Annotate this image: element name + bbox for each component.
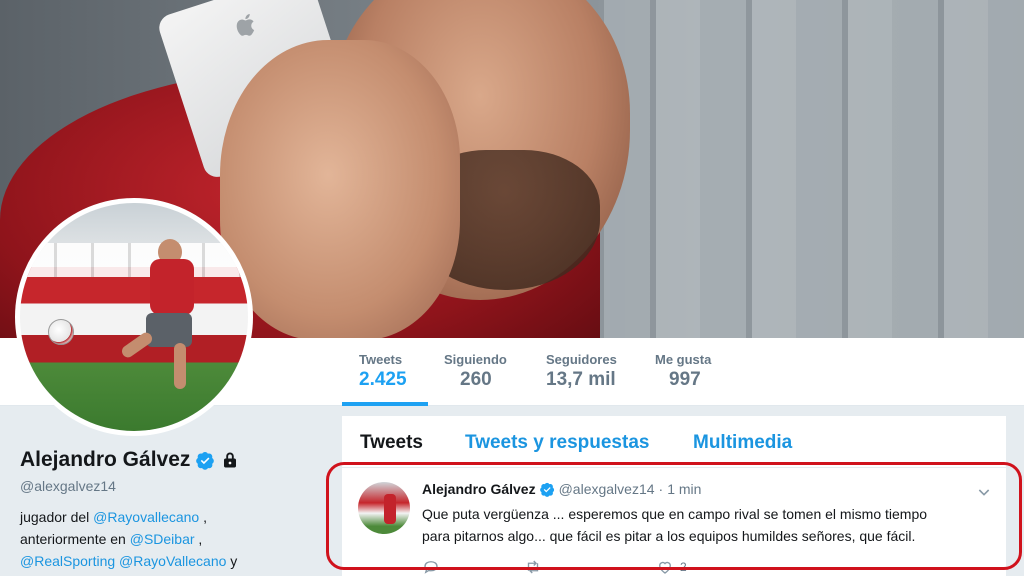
avatar-photo xyxy=(20,203,248,431)
stat-label: Me gusta xyxy=(655,352,712,367)
bio-text: , xyxy=(199,509,207,525)
profile-bio: jugador del @Rayovallecano , anteriormen… xyxy=(20,506,320,572)
tweet-text-line: para pitarnos algo... que fácil es pitar… xyxy=(422,528,916,544)
chevron-down-icon[interactable] xyxy=(976,484,992,500)
retweet-icon xyxy=(527,560,539,574)
stat-following[interactable]: Siguiendo 260 xyxy=(444,352,507,391)
reply-button[interactable] xyxy=(422,558,446,576)
apple-logo-icon xyxy=(236,14,255,36)
header-photo-hand xyxy=(220,40,460,338)
tab-tweets[interactable]: Tweets xyxy=(360,432,423,454)
verified-icon xyxy=(196,451,215,470)
stat-value: 13,7 mil xyxy=(546,369,616,390)
stat-label: Siguiendo xyxy=(444,352,507,367)
tab-tweets-and-replies[interactable]: Tweets y respuestas xyxy=(465,432,649,454)
stat-value: 260 xyxy=(460,369,492,390)
stat-value: 2.425 xyxy=(359,369,407,390)
tweet-avatar[interactable] xyxy=(358,482,410,534)
tweet-separator: · xyxy=(658,481,664,497)
bio-line: jugador del @Rayovallecano , xyxy=(20,506,320,528)
profile-name-row: Alejandro Gálvez xyxy=(20,448,320,472)
stat-label: Tweets xyxy=(359,352,403,367)
avatar-player-figure xyxy=(119,239,200,389)
tweet[interactable]: Alejandro Gálvez @alexgalvez14 · 1 min Q… xyxy=(342,468,1006,576)
reply-icon xyxy=(424,561,438,574)
timeline-tabs: Tweets Tweets y respuestas Multimedia xyxy=(342,416,1006,468)
stat-likes[interactable]: Me gusta 997 xyxy=(655,352,711,391)
like-button[interactable]: 2 xyxy=(656,558,687,576)
tweet-text-line: Que puta vergüenza ... esperemos que en … xyxy=(422,506,928,522)
bio-text: , xyxy=(194,531,203,547)
bio-text: jugador del xyxy=(20,509,94,525)
soccer-ball-icon xyxy=(48,319,74,345)
like-icon xyxy=(659,561,671,574)
tweet-header: Alejandro Gálvez @alexgalvez14 · 1 min xyxy=(422,481,701,497)
stat-label: Seguidores xyxy=(546,352,617,367)
bio-mention-link[interactable]: @SDeibar xyxy=(130,531,195,547)
profile-card: Alejandro Gálvez @alexgalvez14 jugador d… xyxy=(20,448,320,572)
stat-followers[interactable]: Seguidores 13,7 mil xyxy=(546,352,617,391)
header-photo-building xyxy=(604,0,1024,338)
bio-text: y xyxy=(226,553,238,569)
stat-tweets[interactable]: Tweets 2.425 xyxy=(359,352,407,391)
tweet-actions: 2 xyxy=(422,558,687,576)
verified-icon xyxy=(539,482,554,497)
profile-name[interactable]: Alejandro Gálvez xyxy=(20,448,190,472)
timeline: Tweets Tweets y respuestas Multimedia Al… xyxy=(342,416,1006,576)
retweet-button[interactable] xyxy=(524,558,548,576)
bio-line: anteriormente en @SDeibar , xyxy=(20,528,320,550)
like-count: 2 xyxy=(680,560,687,574)
tweet-author-handle[interactable]: @alexgalvez14 xyxy=(559,481,655,497)
lock-icon xyxy=(224,452,237,468)
tweet-author-name[interactable]: Alejandro Gálvez xyxy=(422,481,536,497)
active-stat-underline xyxy=(342,402,428,406)
tweet-timestamp[interactable]: 1 min xyxy=(667,481,701,497)
tweet-text: Que puta vergüenza ... esperemos que en … xyxy=(422,503,992,547)
bio-line: @RealSporting @RayoVallecano y xyxy=(20,550,320,572)
bio-mention-link[interactable]: @Rayovallecano xyxy=(93,509,199,525)
avatar-stadium-stand xyxy=(20,243,248,277)
profile-handle[interactable]: @alexgalvez14 xyxy=(20,478,320,494)
stat-value: 997 xyxy=(669,369,701,390)
tab-media[interactable]: Multimedia xyxy=(693,432,792,454)
bio-mention-link[interactable]: @RayoVallecano xyxy=(119,553,226,569)
profile-avatar[interactable] xyxy=(15,198,253,436)
bio-mention-link[interactable]: @RealSporting xyxy=(20,553,115,569)
bio-text: anteriormente en xyxy=(20,531,130,547)
